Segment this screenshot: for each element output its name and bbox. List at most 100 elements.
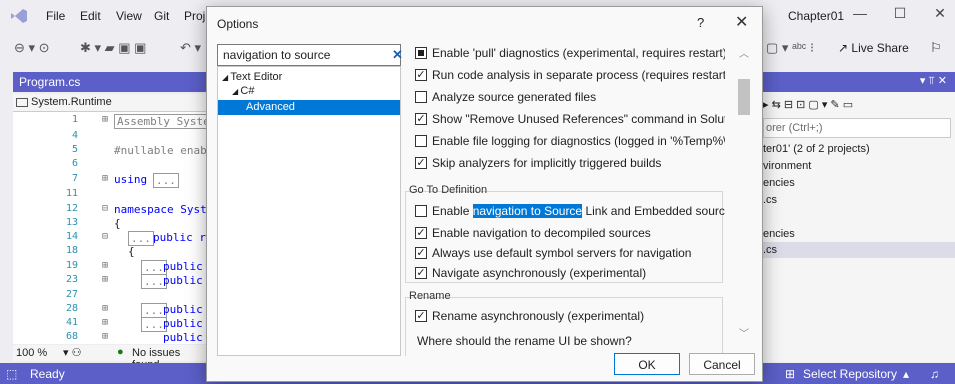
options-dialog: Options ? ✕ navigation to source ✕ ◢ Tex…	[206, 6, 763, 382]
tree-label: Advanced	[246, 101, 295, 113]
checkbox-checked[interactable]: ✓	[415, 157, 427, 169]
se-item: .cs	[763, 244, 778, 256]
select-repository[interactable]: Select Repository	[803, 367, 897, 381]
scroll-thumb[interactable]	[738, 79, 750, 115]
undo-icon[interactable]: ↶ ▾	[180, 40, 201, 56]
clear-search-icon[interactable]: ✕	[392, 47, 403, 63]
document-tab-label: Program.cs	[19, 75, 81, 89]
code-text: {	[114, 217, 121, 230]
checkbox-checked[interactable]: ✓	[415, 267, 427, 279]
se-item[interactable]: .cs	[763, 194, 777, 206]
code-line: 19 ⊞... public	[13, 260, 208, 275]
namespace-icon	[16, 98, 28, 107]
code-line: 6	[13, 158, 208, 170]
menu-edit[interactable]: Edit	[80, 9, 101, 23]
scroll-up-icon[interactable]: ︿	[739, 45, 749, 60]
code-text: using	[114, 173, 148, 186]
feedback-icon[interactable]: ⚐	[930, 40, 942, 56]
tree-label: Text Editor	[230, 71, 283, 83]
checkbox-checked[interactable]: ✓	[415, 227, 427, 239]
se-item[interactable]: vironment	[763, 160, 811, 172]
option-label: Show "Remove Unused References" command …	[432, 112, 725, 126]
rename-ui-question: Where should the rename UI be shown?	[417, 334, 632, 348]
close-icon[interactable]: ✕	[735, 12, 748, 32]
new-project-icon[interactable]: ✱ ▾ ▰ ▣ ▣	[80, 40, 146, 56]
code-line: 68 ⊞ public	[13, 331, 208, 344]
back-forward-icon[interactable]: ⊖ ▾ ⊙	[14, 40, 50, 56]
se-item-selected[interactable]: .cs	[763, 242, 955, 258]
option-label: Navigate asynchronously (experimental)	[432, 266, 647, 280]
section-go-to-definition: Go To Definition	[409, 184, 488, 196]
maximize-icon[interactable]: ☐	[885, 5, 915, 22]
checkbox-checked[interactable]: ✓	[415, 247, 427, 259]
toolbar-right-icons[interactable]: ▢ ▾ ᵃᵇᶜ ⁝	[766, 40, 814, 56]
ok-button[interactable]: OK	[614, 353, 680, 375]
option-label: Enable navigation to decompiled sources	[432, 226, 651, 240]
code-editor[interactable]: 1 ⊞ Assembly Syste 4 5 #nullable enab 6 7 ⊞ u…	[13, 112, 208, 344]
editor-status-strip: 100 % ▾ ⚇ ● No issues found	[13, 345, 208, 371]
document-tab[interactable]: Program.cs	[13, 72, 208, 92]
options-scrollbar[interactable]: ︿ ﹀	[735, 43, 753, 353]
cancel-button[interactable]: Cancel	[689, 353, 755, 375]
se-item[interactable]: encies	[763, 177, 795, 189]
status-text: Ready	[30, 367, 65, 381]
line-number: 5	[71, 144, 78, 155]
label-part: Enable	[432, 204, 473, 218]
se-toolbar-icons[interactable]: ▸ ⇆ ⊟ ⊡ ▢ ▾ ✎ ▭	[763, 98, 853, 111]
option-label: Always use default symbol servers for na…	[432, 246, 692, 260]
line-number: 13	[65, 217, 78, 228]
checkbox-checked[interactable]: ✓	[415, 113, 427, 125]
minimize-icon[interactable]: —	[845, 5, 875, 21]
checkbox-indeterminate[interactable]	[415, 47, 427, 59]
line-number: 11	[65, 188, 78, 199]
bell-icon[interactable]: ♫	[930, 367, 939, 381]
tree-item-advanced[interactable]: Advanced	[218, 100, 400, 115]
line-number: 19	[65, 260, 78, 271]
code-line: 28 ⊞... public	[13, 303, 208, 318]
repo-icon: ⊞	[785, 367, 796, 381]
code-line: 23 ⊞... public	[13, 274, 208, 289]
code-text: public	[163, 260, 203, 273]
se-item[interactable]: ter01' (2 of 2 projects)	[763, 143, 870, 155]
checkbox-unchecked[interactable]	[415, 205, 427, 217]
checkbox-unchecked[interactable]	[415, 135, 427, 147]
code-text: public	[163, 303, 203, 316]
label-part: Link and Embedded sources	[582, 204, 725, 218]
dialog-title: Options	[217, 17, 259, 31]
menu-file[interactable]: File	[46, 9, 65, 23]
menu-git[interactable]: Git	[154, 9, 169, 23]
navigation-bar[interactable]: System.Runtime	[13, 94, 208, 112]
zoom-dropdown-icon[interactable]: ▾ ⚇	[63, 346, 81, 359]
live-share-label: Live Share	[851, 41, 909, 55]
live-share-button[interactable]: ↗ Live Share	[838, 41, 909, 55]
code-line: 12 ⊟ namespace Syst	[13, 203, 208, 216]
line-number: 23	[65, 274, 78, 285]
code-text: namespace Syst	[114, 203, 207, 216]
line-number: 6	[71, 158, 78, 169]
code-text: public	[163, 331, 203, 344]
options-content: Enable 'pull' diagnostics (experimental,…	[405, 21, 725, 356]
checkbox-unchecked[interactable]	[415, 91, 427, 103]
menu-project[interactable]: Proj	[184, 9, 205, 23]
tree-item-csharp[interactable]: ◢ C#	[232, 85, 254, 100]
zoom-level[interactable]: 100 %	[16, 347, 47, 359]
code-text: public re	[153, 231, 208, 244]
se-item[interactable]: encies	[763, 228, 795, 240]
code-text: public	[163, 274, 203, 287]
option-label: Enable file logging for diagnostics (log…	[432, 134, 725, 148]
checkbox-checked[interactable]: ✓	[415, 310, 427, 322]
search-value: navigation to source	[223, 48, 331, 62]
line-number: 27	[65, 289, 78, 300]
scroll-down-icon[interactable]: ﹀	[739, 325, 749, 340]
solution-explorer-tab[interactable]: ▾ ⫪ ✕	[763, 72, 955, 92]
se-search-input[interactable]: orer (Ctrl+;)	[763, 118, 951, 138]
line-number: 4	[71, 130, 78, 141]
close-window-icon[interactable]: ✕	[925, 5, 955, 22]
menu-view[interactable]: View	[116, 9, 142, 23]
tree-item-text-editor[interactable]: ◢ Text Editor	[222, 71, 282, 86]
checkbox-checked[interactable]: ✓	[415, 69, 427, 81]
option-label: Rename asynchronously (experimental)	[432, 309, 645, 323]
code-text: public	[163, 317, 203, 330]
options-search-input[interactable]: navigation to source ✕	[217, 44, 403, 66]
pin-icon[interactable]: ▾ ⫪ ✕	[920, 74, 947, 88]
